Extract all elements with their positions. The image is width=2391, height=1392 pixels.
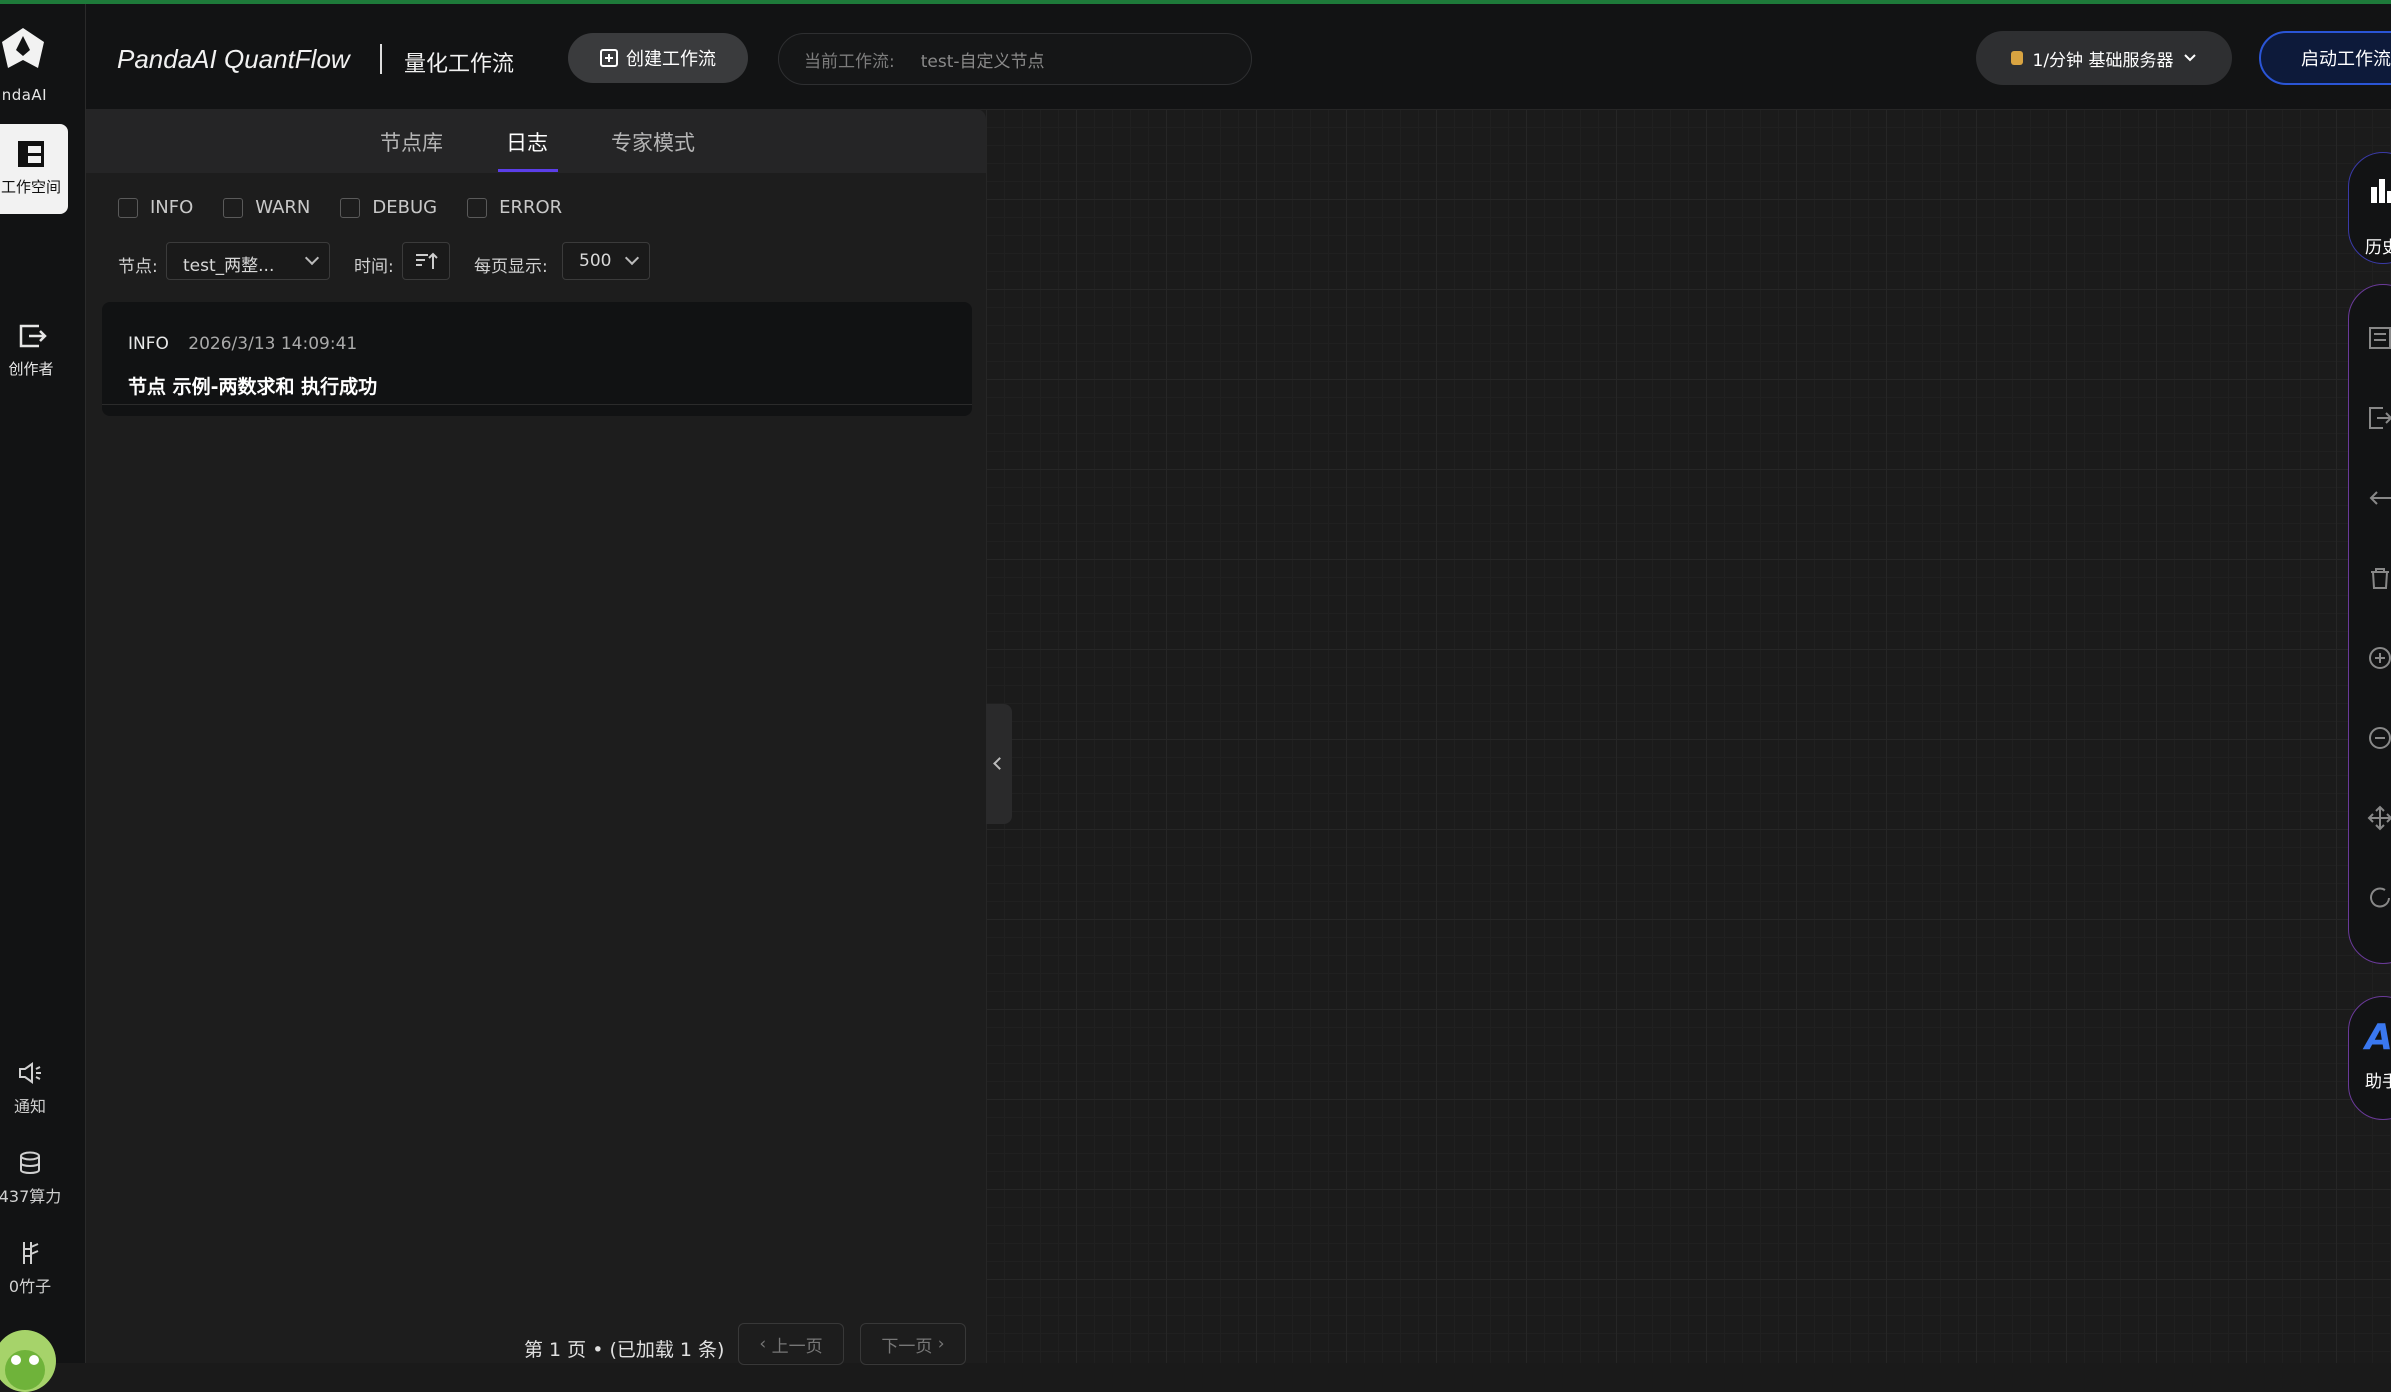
level-label: ERROR — [499, 197, 563, 218]
chevron-left-icon — [993, 757, 1006, 770]
brand-subtitle: 量化工作流 — [404, 52, 515, 77]
bar-chart-icon — [2371, 179, 2391, 203]
panel-collapse-handle[interactable] — [986, 704, 1012, 824]
checkbox-box[interactable] — [467, 197, 488, 218]
prev-page-label: 上一页 — [771, 1336, 823, 1357]
top-header: PandaAI QuantFlow 量化工作流 创建工作流 当前工作流: tes… — [86, 4, 2391, 109]
move-icon[interactable] — [2367, 805, 2391, 831]
next-page-label: 下一页 — [881, 1336, 933, 1357]
log-time: 2026/3/13 14:09:41 — [188, 334, 358, 354]
bamboo-icon — [23, 1242, 39, 1264]
page-size-label: 每页显示: — [474, 257, 548, 277]
chevron-left-icon: ‹ — [759, 1334, 772, 1354]
zoom-out-icon[interactable] — [2367, 725, 2391, 751]
brand-name: PandaAI QuantFlow — [117, 44, 350, 74]
coin-icon — [2010, 51, 2023, 65]
current-workflow-field[interactable]: 当前工作流: test-自定义节点 — [778, 33, 1252, 85]
chevron-right-icon: › — [932, 1334, 945, 1354]
save-icon[interactable] — [2367, 325, 2391, 351]
log-panel: 节点库 日志 专家模式 INFO WARN DEBUG ERROR 节点: te… — [86, 109, 986, 1365]
checkbox-box[interactable] — [340, 197, 361, 218]
speaker-icon — [19, 1062, 41, 1084]
panda-logo-icon — [2, 28, 44, 68]
checkbox-box[interactable] — [223, 197, 244, 218]
time-sort-button[interactable] — [402, 242, 450, 280]
chevron-down-icon — [304, 250, 320, 266]
level-label: DEBUG — [372, 197, 438, 218]
ai-assistant-button[interactable]: A 助手 — [2348, 996, 2391, 1120]
avatar-image-icon — [5, 1350, 45, 1390]
database-icon — [20, 1151, 40, 1174]
history-button[interactable]: 历史 — [2348, 152, 2391, 264]
left-sidebar: andaAI 工作空间 创作者 通知 437算力 — [0, 4, 86, 1392]
prev-page-button[interactable]: ‹ 上一页 — [738, 1323, 844, 1365]
level-checkbox-warn[interactable]: WARN — [223, 197, 310, 218]
sidebar-item-label: 工作空间 — [0, 178, 61, 196]
next-page-button[interactable]: 下一页 › — [860, 1323, 966, 1365]
brand-divider — [380, 44, 382, 74]
time-filter-label: 时间: — [354, 257, 394, 277]
level-checkbox-error[interactable]: ERROR — [467, 197, 562, 218]
create-workflow-label: 创建工作流 — [626, 49, 716, 70]
exit-box-icon — [19, 324, 47, 348]
level-label: WARN — [255, 197, 311, 218]
refresh-icon[interactable] — [2367, 885, 2391, 911]
panel-tabs: 节点库 日志 专家模式 — [86, 109, 986, 173]
history-label: 历史 — [2365, 238, 2391, 258]
checkbox-box[interactable] — [118, 197, 138, 218]
sidebar-item-bamboo[interactable]: 0竹子 — [0, 1239, 70, 1297]
logo: andaAI — [0, 26, 86, 104]
active-tab-underline — [498, 169, 558, 172]
chevron-down-icon — [2184, 54, 2197, 62]
tab-node-library[interactable]: 节点库 — [380, 127, 443, 157]
sidebar-item-compute[interactable]: 437算力 — [0, 1149, 70, 1207]
workspace-icon — [18, 141, 44, 167]
current-workflow-label: 当前工作流: — [804, 51, 895, 72]
create-workflow-button[interactable]: 创建工作流 — [568, 33, 748, 83]
node-select-value: test_两整... — [183, 256, 275, 276]
plus-square-icon — [600, 49, 618, 67]
server-select-button[interactable]: 1/分钟 基础服务器 — [1976, 31, 2232, 85]
page-info: 第 1 页 • (已加载 1 条) — [524, 1339, 725, 1361]
tab-logs[interactable]: 日志 — [506, 127, 548, 157]
zoom-in-icon[interactable] — [2367, 645, 2391, 671]
level-checkbox-debug[interactable]: DEBUG — [340, 197, 437, 218]
chevron-down-icon — [624, 250, 640, 266]
sidebar-item-label: 创作者 — [8, 360, 54, 378]
ai-assistant-icon: A — [2365, 1017, 2391, 1058]
node-filter-label: 节点: — [118, 257, 158, 277]
log-meta: INFO 2026/3/13 14:09:41 — [128, 334, 357, 354]
log-entry: INFO 2026/3/13 14:09:41 节点 示例-两数求和 执行成功 — [102, 302, 972, 416]
notify-label: 通知 — [13, 1097, 46, 1116]
level-checkbox-info[interactable]: INFO — [118, 197, 193, 218]
compute-label: 437算力 — [0, 1187, 62, 1206]
sidebar-item-notify[interactable]: 通知 — [0, 1059, 70, 1117]
back-arrow-icon[interactable] — [2367, 485, 2391, 511]
avatar[interactable] — [0, 1330, 56, 1392]
tab-expert-mode[interactable]: 专家模式 — [611, 127, 695, 157]
sidebar-item-workspace[interactable]: 工作空间 — [0, 124, 68, 214]
export-icon[interactable] — [2367, 405, 2391, 431]
log-divider — [102, 404, 972, 405]
bamboo-label: 0竹子 — [8, 1277, 52, 1296]
log-message: 节点 示例-两数求和 执行成功 — [128, 376, 378, 398]
current-workflow-value: test-自定义节点 — [920, 51, 1045, 72]
ai-assistant-label: 助手 — [2365, 1072, 2391, 1092]
page-size-select[interactable]: 500 — [562, 242, 650, 280]
log-level: INFO — [128, 334, 169, 354]
sidebar-item-creator[interactable]: 创作者 — [0, 306, 68, 396]
start-workflow-button[interactable]: 启动工作流 — [2259, 31, 2391, 85]
trash-icon[interactable] — [2367, 565, 2391, 591]
logo-text: andaAI — [0, 86, 48, 104]
level-label: INFO — [150, 197, 194, 218]
server-label: 1/分钟 基础服务器 — [2032, 50, 2174, 71]
level-filters: INFO WARN DEBUG ERROR — [118, 197, 592, 218]
sort-ascending-icon — [416, 252, 438, 269]
canvas-tools — [2348, 284, 2391, 964]
start-workflow-label: 启动工作流 — [2301, 49, 2391, 70]
node-select[interactable]: test_两整... — [166, 242, 330, 280]
page-size-value: 500 — [579, 251, 612, 271]
